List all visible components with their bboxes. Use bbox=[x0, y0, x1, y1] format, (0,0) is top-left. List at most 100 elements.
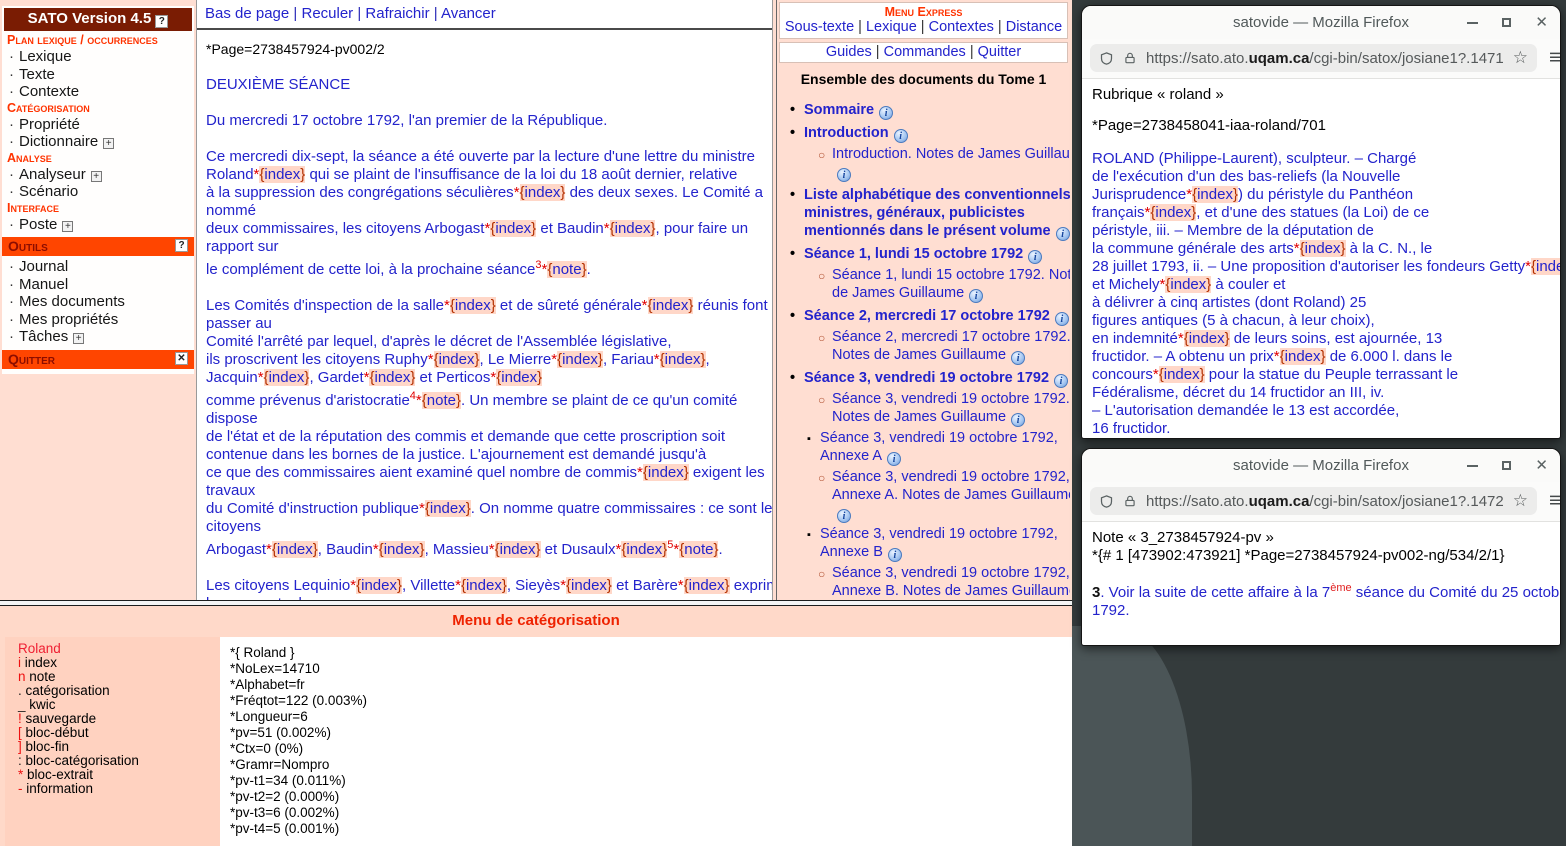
doc-list-item-seance-3-vendredi-19-octobre-1792-anne[interactable]: ○Séance 3, vendredi 19 octobre 1792,Anne… bbox=[777, 564, 1070, 601]
index-marker[interactable]: {index} bbox=[272, 541, 318, 558]
nav-link-reculer[interactable]: Reculer bbox=[301, 5, 353, 22]
express-link-commandes[interactable]: Commandes bbox=[884, 44, 966, 60]
cat-command-sauvegarde[interactable]: ! sauvegarde bbox=[18, 712, 220, 726]
cat-command-categorisation[interactable]: . catégorisation bbox=[18, 684, 220, 698]
doc-list-item-seance-2-mercredi-17-octobre-1792-note[interactable]: ○Séance 2, mercredi 17 octobre 1792.Note… bbox=[777, 328, 1070, 365]
info-icon[interactable]: i bbox=[1055, 312, 1069, 326]
index-marker[interactable]: {index} bbox=[379, 541, 425, 558]
index-marker[interactable]: {index} bbox=[520, 184, 566, 201]
info-icon[interactable]: i bbox=[1054, 374, 1068, 388]
index-marker[interactable]: {index} bbox=[490, 220, 536, 237]
nav-link-avancer[interactable]: Avancer bbox=[441, 5, 496, 22]
index-marker[interactable]: {index} bbox=[1165, 276, 1211, 293]
index-marker[interactable]: {index} bbox=[643, 464, 689, 481]
index-marker[interactable]: {index} bbox=[684, 577, 730, 594]
sidebar-item-propriete[interactable]: ·Propriété bbox=[2, 116, 194, 134]
index-marker[interactable]: {index} bbox=[495, 541, 541, 558]
sidebar-item-contexte[interactable]: ·Contexte bbox=[2, 83, 194, 101]
info-icon[interactable]: i bbox=[1056, 227, 1070, 241]
expand-plus-icon[interactable]: + bbox=[103, 138, 114, 149]
index-marker[interactable]: {index} bbox=[621, 541, 667, 558]
url-bar[interactable]: https://sato.ato.uqam.ca/cgi-bin/satox/j… bbox=[1090, 44, 1537, 72]
info-icon[interactable]: i bbox=[887, 452, 901, 466]
info-icon[interactable]: i bbox=[837, 168, 851, 182]
bookmark-star-icon[interactable]: ☆ bbox=[1513, 48, 1528, 68]
doc-list-item-liste-alphabetique-des-conventionnels-m[interactable]: •Liste alphabétique des conventionnels,m… bbox=[777, 186, 1070, 241]
note-marker[interactable]: {note} bbox=[422, 392, 461, 409]
sidebar-item-analyseur[interactable]: ·Analyseur+ bbox=[2, 166, 194, 184]
sidebar-item-journal[interactable]: ·Journal bbox=[2, 258, 194, 276]
cat-command-bloc-debut[interactable]: [ bloc-début bbox=[18, 726, 220, 740]
index-marker[interactable]: {index} bbox=[496, 369, 542, 386]
expand-plus-icon[interactable]: + bbox=[62, 221, 73, 232]
express-link-quitter[interactable]: Quitter bbox=[978, 44, 1022, 60]
info-icon[interactable]: i bbox=[1028, 250, 1042, 264]
sidebar-item-mes-documents[interactable]: ·Mes documents bbox=[2, 293, 194, 311]
index-marker[interactable]: {index} bbox=[557, 351, 603, 368]
info-icon[interactable]: i bbox=[969, 289, 983, 303]
sidebar-item-poste[interactable]: ·Poste+ bbox=[2, 216, 194, 234]
shield-icon[interactable] bbox=[1099, 494, 1114, 509]
doc-list-item-seance-3-vendredi-19-octobre-1792-note[interactable]: ○Séance 3, vendredi 19 octobre 1792.Note… bbox=[777, 390, 1070, 427]
sidebar-item-lexique[interactable]: ·Lexique bbox=[2, 48, 194, 66]
maximize-button[interactable] bbox=[1502, 18, 1511, 27]
sidebar-item-taches[interactable]: ·Tâches+ bbox=[2, 328, 194, 346]
url-text[interactable]: https://sato.ato.uqam.ca/cgi-bin/satox/j… bbox=[1146, 493, 1504, 510]
bookmark-star-icon[interactable]: ☆ bbox=[1513, 491, 1528, 511]
cat-command-note[interactable]: n note bbox=[18, 670, 220, 684]
index-marker[interactable]: {index} bbox=[1531, 258, 1561, 275]
close-icon[interactable]: ✕ bbox=[175, 352, 188, 365]
index-marker[interactable]: {index} bbox=[1192, 186, 1238, 203]
express-link-sous-texte[interactable]: Sous-texte bbox=[785, 19, 854, 35]
index-marker[interactable]: {index} bbox=[610, 220, 656, 237]
index-marker[interactable]: {index} bbox=[1150, 204, 1196, 221]
express-link-contextes[interactable]: Contextes bbox=[929, 19, 994, 35]
info-icon[interactable]: i bbox=[879, 106, 893, 120]
lock-icon[interactable] bbox=[1123, 494, 1137, 508]
index-marker[interactable]: {index} bbox=[1184, 330, 1230, 347]
express-link-lexique[interactable]: Lexique bbox=[866, 19, 917, 35]
index-marker[interactable]: {index} bbox=[434, 351, 480, 368]
express-link-guides[interactable]: Guides bbox=[826, 44, 872, 60]
index-marker[interactable]: {index} bbox=[450, 297, 496, 314]
index-marker[interactable]: {index} bbox=[1300, 240, 1346, 257]
sidebar-item-mes-proprietes[interactable]: ·Mes propriétés bbox=[2, 311, 194, 329]
outils-help-icon[interactable]: ? bbox=[175, 239, 188, 252]
doc-list-item-seance-2-mercredi-17-octobre-1792[interactable]: •Séance 2, mercredi 17 octobre 1792i bbox=[777, 307, 1070, 326]
sidebar-item-texte[interactable]: ·Texte bbox=[2, 66, 194, 84]
note-marker[interactable]: {note} bbox=[679, 541, 718, 558]
info-icon[interactable]: i bbox=[1011, 351, 1025, 365]
cat-command-bloc-extrait[interactable]: * bloc-extrait bbox=[18, 768, 220, 782]
sidebar-item-manuel[interactable]: ·Manuel bbox=[2, 276, 194, 294]
shield-icon[interactable] bbox=[1099, 51, 1114, 66]
doc-list-item-introduction[interactable]: •Introductioni bbox=[777, 124, 1070, 143]
maximize-button[interactable] bbox=[1502, 461, 1511, 470]
cat-command-bloc-fin[interactable]: ] bloc-fin bbox=[18, 740, 220, 754]
close-button[interactable]: ✕ bbox=[1535, 458, 1548, 473]
lock-icon[interactable] bbox=[1123, 51, 1137, 65]
index-marker[interactable]: {index} bbox=[566, 577, 612, 594]
index-marker[interactable]: {index} bbox=[356, 577, 402, 594]
firefox-1-titlebar[interactable]: satovide — Mozilla Firefox ✕ bbox=[1082, 6, 1560, 39]
url-bar[interactable]: https://sato.ato.uqam.ca/cgi-bin/satox/j… bbox=[1090, 487, 1537, 515]
firefox-2-titlebar[interactable]: satovide — Mozilla Firefox ✕ bbox=[1082, 449, 1560, 482]
minimize-button[interactable] bbox=[1467, 22, 1478, 24]
index-marker[interactable]: {index} bbox=[259, 166, 305, 183]
note-marker[interactable]: {note} bbox=[547, 261, 586, 278]
minimize-button[interactable] bbox=[1467, 465, 1478, 467]
expand-plus-icon[interactable]: + bbox=[73, 333, 84, 344]
url-text[interactable]: https://sato.ato.uqam.ca/cgi-bin/satox/j… bbox=[1146, 50, 1504, 67]
index-marker[interactable]: {index} bbox=[264, 369, 310, 386]
doc-list-item-seance-3-vendredi-19-octobre-1792-anne[interactable]: ▪Séance 3, vendredi 19 octobre 1792,Anne… bbox=[777, 525, 1070, 562]
cat-command-index[interactable]: i index bbox=[18, 656, 220, 670]
index-marker[interactable]: {index} bbox=[1159, 366, 1205, 383]
expand-plus-icon[interactable]: + bbox=[91, 171, 102, 182]
cat-command-information[interactable]: - information bbox=[18, 782, 220, 796]
sidebar-item-dictionnaire[interactable]: ·Dictionnaire+ bbox=[2, 133, 194, 151]
hamburger-menu-icon[interactable]: ≡ bbox=[1549, 48, 1561, 68]
cat-command-kwic[interactable]: _ kwic bbox=[18, 698, 220, 712]
hamburger-menu-icon[interactable]: ≡ bbox=[1549, 491, 1561, 511]
sidebar-item-scenario[interactable]: ·Scénario bbox=[2, 183, 194, 201]
doc-list-item-seance-1-lundi-15-octobre-1792[interactable]: •Séance 1, lundi 15 octobre 1792i bbox=[777, 245, 1070, 264]
index-marker[interactable]: {index} bbox=[660, 351, 706, 368]
